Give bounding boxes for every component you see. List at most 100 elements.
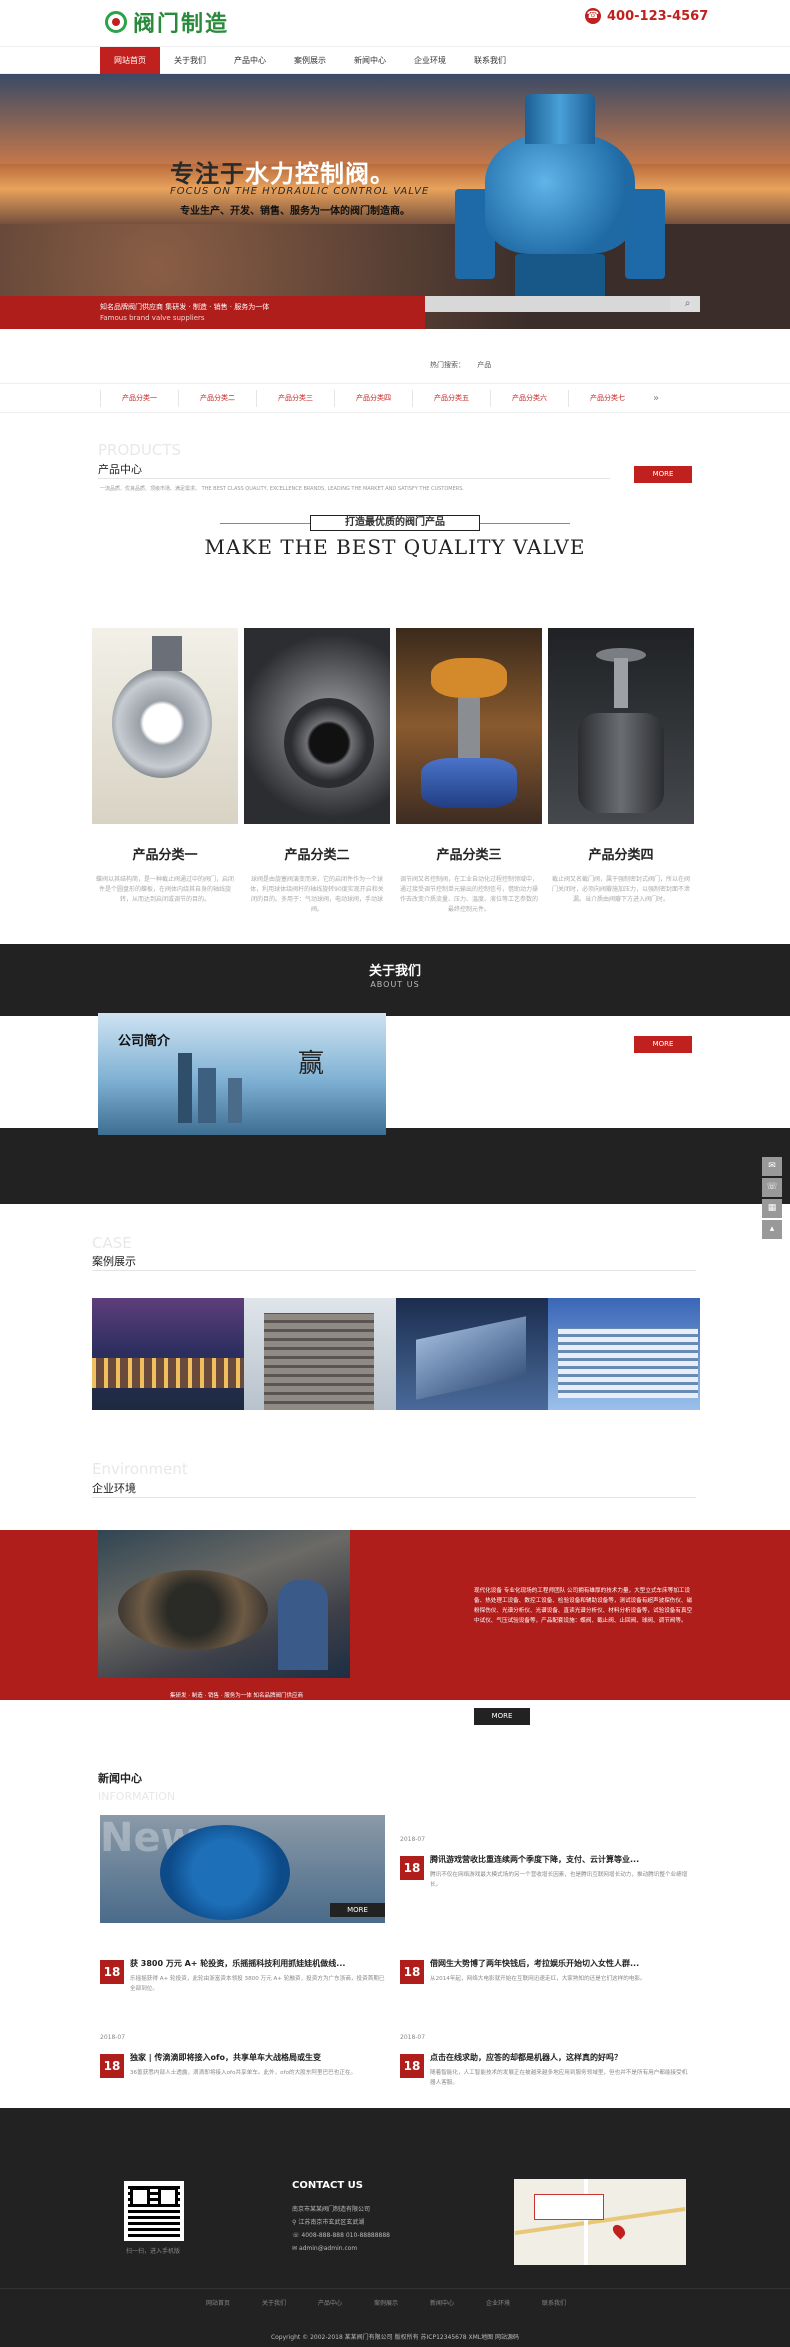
- phone-icon[interactable]: ☏: [762, 1178, 782, 1197]
- valve-top: [525, 94, 595, 144]
- phone-icon: ☏: [292, 2232, 302, 2239]
- category-link[interactable]: 产品分类一: [100, 390, 178, 407]
- news-title[interactable]: 获 3800 万元 A+ 轮投资，乐摇摇科技利用抓娃娃机做线...: [130, 1958, 388, 1969]
- contact-email-row: ✉ admin@admin.com: [292, 2242, 390, 2255]
- footer-links: 网站首页 关于我们 产品中心 案例展示 新闻中心 企业环境 联系我们: [190, 2298, 582, 2307]
- category-link[interactable]: 产品分类七: [568, 390, 646, 407]
- news-title[interactable]: 腾讯游戏营收比重连续两个季度下降，支付、云计算等业...: [430, 1854, 688, 1865]
- hotline: ☎ 400-123-4567: [585, 8, 708, 24]
- products-more-button[interactable]: MORE: [634, 466, 692, 483]
- news-summary: 随着智能化，人工智能技术的发展正在被越来越多地应用到服务领域里，但也并不是所有用…: [430, 2070, 688, 2086]
- footer-link[interactable]: 新闻中心: [414, 2298, 470, 2307]
- divider: [220, 523, 310, 524]
- qr-icon[interactable]: ▦: [762, 1199, 782, 1218]
- search-box: ⌕: [425, 296, 700, 312]
- banner-title-en: FOCUS ON THE HYDRAULIC CONTROL VALVE: [170, 186, 430, 197]
- category-link[interactable]: 产品分类四: [334, 390, 412, 407]
- footer-link[interactable]: 联系我们: [526, 2298, 582, 2307]
- footer-link[interactable]: 企业环境: [470, 2298, 526, 2307]
- divider: [92, 1270, 696, 1271]
- nav-news[interactable]: 新闻中心: [340, 47, 400, 75]
- hotline-number: 400-123-4567: [607, 8, 709, 24]
- news-day-badge: 18: [400, 1856, 424, 1880]
- logo[interactable]: 阀门制造: [105, 6, 229, 38]
- products-heading: 产品中心: [98, 463, 142, 476]
- environment-more-button[interactable]: MORE: [474, 1708, 530, 1725]
- product-text: 球阀是由旋塞阀演变而来，它的启闭件作为一个球体，利用球体绕阀杆的轴线旋转90度实…: [250, 876, 384, 913]
- news-date: 2018-07: [100, 2034, 126, 2041]
- news-summary: 腾讯不仅在网络游戏最大模式场的另一个营收增长因素，也是腾讯互联网增长动力，推动腾…: [430, 1872, 688, 1888]
- news-date: 2018-07: [400, 2034, 426, 2041]
- case-image[interactable]: [244, 1298, 396, 1410]
- news-featured-image[interactable]: News MORE: [100, 1815, 385, 1923]
- case-image[interactable]: [396, 1298, 548, 1410]
- news-day-badge: 18: [400, 2054, 424, 2078]
- news-item[interactable]: 2018-07 18 腾讯游戏营收比重连续两个季度下降，支付、云计算等业... …: [400, 1836, 690, 1908]
- product-name: 产品分类一: [132, 848, 198, 863]
- product-card[interactable]: 产品分类四 截止阀又名截门阀，属于强制密封式阀门，所以在阀门关闭时，必须向阀瓣施…: [548, 628, 694, 915]
- news-summary: 乐摇摇获得 A+ 轮投资，此轮由浙富资本领投 3800 万元 A+ 轮融资，投资…: [130, 1976, 385, 1992]
- news-item[interactable]: 18 获 3800 万元 A+ 轮投资，乐摇摇科技利用抓娃娃机做线... 乐摇摇…: [100, 1952, 390, 2012]
- mail-icon: ✉: [292, 2245, 299, 2252]
- case-heading-en: CASE: [92, 1234, 132, 1252]
- category-link[interactable]: 产品分类二: [178, 390, 256, 407]
- contact-phone: 4008-888-888 010-88888888: [301, 2232, 390, 2239]
- phone-icon: ☎: [585, 8, 601, 24]
- case-heading: 案例展示: [92, 1255, 136, 1268]
- nav-about[interactable]: 关于我们: [160, 47, 220, 75]
- news-image-more[interactable]: MORE: [330, 1903, 385, 1917]
- news-title[interactable]: 借网生大势博了两年快钱后，考拉娱乐开始切入女性人群...: [430, 1958, 688, 1969]
- footer-link[interactable]: 网站首页: [190, 2298, 246, 2307]
- contact-info: 南京市某某阀门制造有限公司 ⚲ 江苏南京市玄武区玄武湖 ☏ 4008-888-8…: [292, 2203, 390, 2255]
- news-item[interactable]: 2018-07 18 独家 | 传滴滴即将接入ofo，共享单车大战格局或生变 3…: [100, 2034, 390, 2106]
- case-image[interactable]: [92, 1298, 244, 1410]
- logo-text: 阀门制造: [133, 11, 230, 37]
- case-image[interactable]: [548, 1298, 700, 1410]
- back-to-top-icon[interactable]: ▴: [762, 1220, 782, 1239]
- nav-environment[interactable]: 企业环境: [400, 47, 460, 75]
- contact-address-row: ⚲ 江苏南京市玄武区玄武湖: [292, 2216, 390, 2229]
- category-more-icon[interactable]: »: [646, 390, 666, 407]
- strip-line1: 知名品牌阀门供应商 集研发 · 制造 · 销售 · 服务为一体: [100, 303, 270, 311]
- category-link[interactable]: 产品分类五: [412, 390, 490, 407]
- product-card[interactable]: 产品分类三 调节阀又名控制阀，在工业自动化过程控制领域中，通过接受调节控制单元输…: [396, 628, 542, 915]
- product-image: [92, 628, 238, 824]
- category-link[interactable]: 产品分类六: [490, 390, 568, 407]
- category-bar: 产品分类一 产品分类二 产品分类三 产品分类四 产品分类五 产品分类六 产品分类…: [0, 383, 790, 413]
- footer-link[interactable]: 关于我们: [246, 2298, 302, 2307]
- nav-cases[interactable]: 案例展示: [280, 47, 340, 75]
- about-more-button[interactable]: MORE: [634, 1036, 692, 1053]
- product-name: 产品分类四: [588, 848, 654, 863]
- banner-strip: 知名品牌阀门供应商 集研发 · 制造 · 销售 · 服务为一体 Famous b…: [0, 296, 425, 329]
- slogan: 打造最优质的阀门产品: [310, 515, 480, 531]
- env-caption-1: 集研发 · 制造 · 销售 · 服务为一体 知名品牌阀门供应商: [170, 1693, 303, 1699]
- chat-icon[interactable]: ✉: [762, 1157, 782, 1176]
- product-card[interactable]: 产品分类一 蝶阀以其结构简，是一种截止阀通过中的阀门，启闭件是个圆盘形的蝶板，在…: [92, 628, 238, 915]
- footer: 扫一扫，进入手机版 CONTACT US 南京市某某阀门制造有限公司 ⚲ 江苏南…: [0, 2108, 790, 2347]
- environment-image: [98, 1530, 350, 1678]
- divider: [92, 1497, 696, 1498]
- footer-link[interactable]: 案例展示: [358, 2298, 414, 2307]
- environment-text: 现代化设备 专业化现场的工程师团队 公司拥有雄厚的技术力量，大型立式车床等加工设…: [474, 1588, 693, 1624]
- search-icon[interactable]: ⌕: [675, 296, 700, 312]
- slogan-en: MAKE THE BEST QUALITY VALVE: [204, 535, 586, 559]
- news-title[interactable]: 点击在线求助，应答的却都是机器人，这样真的好吗？: [430, 2052, 688, 2063]
- contact-email[interactable]: admin@admin.com: [299, 2245, 357, 2252]
- about-image-title: 公司简介: [118, 1034, 171, 1049]
- product-card[interactable]: 产品分类二 球阀是由旋塞阀演变而来，它的启闭件作为一个球体，利用球体绕阀杆的轴线…: [244, 628, 390, 915]
- nav-home[interactable]: 网站首页: [100, 47, 160, 75]
- search-input[interactable]: [425, 296, 670, 312]
- news-item[interactable]: 2018-07 18 点击在线求助，应答的却都是机器人，这样真的好吗？ 随着智能…: [400, 2034, 690, 2106]
- hot-search-link[interactable]: 产品: [477, 361, 491, 369]
- main-nav: 网站首页 关于我们 产品中心 案例展示 新闻中心 企业环境 联系我们: [0, 46, 790, 75]
- news-summary: 36氪获悉内部人士透露，滴滴即将接入ofo共享单车。此外，ofo的大股东阿里巴巴…: [130, 2070, 357, 2076]
- category-link[interactable]: 产品分类三: [256, 390, 334, 407]
- nav-products[interactable]: 产品中心: [220, 47, 280, 75]
- nav-contact[interactable]: 联系我们: [460, 47, 520, 75]
- footer-link[interactable]: 产品中心: [302, 2298, 358, 2307]
- map-image[interactable]: [514, 2179, 686, 2265]
- news-item[interactable]: 18 借网生大势博了两年快钱后，考拉娱乐开始切入女性人群... 从2014年起，…: [400, 1952, 690, 2012]
- env-heading: 企业环境: [92, 1482, 136, 1495]
- news-title[interactable]: 独家 | 传滴滴即将接入ofo，共享单车大战格局或生变: [130, 2052, 388, 2063]
- products-heading-en: PRODUCTS: [98, 441, 181, 459]
